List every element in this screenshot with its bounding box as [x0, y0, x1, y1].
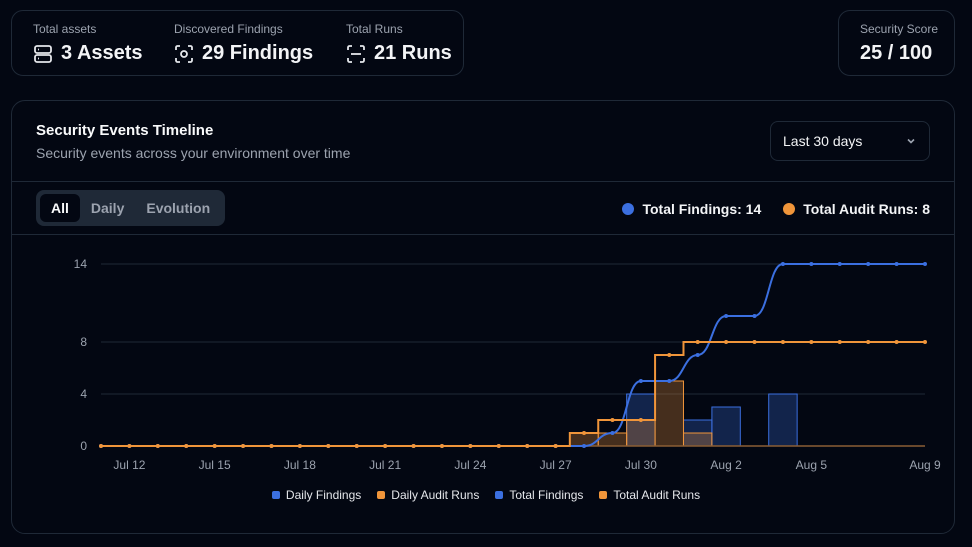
point-total-audit-runs	[155, 444, 160, 448]
chart-legend: Daily Findings Daily Audit Runs Total Fi…	[0, 488, 972, 502]
legend-swatch	[271, 491, 280, 499]
point-total-audit-runs	[667, 353, 672, 357]
point-total-audit-runs	[780, 340, 785, 344]
legend-item[interactable]: Daily Audit Runs	[377, 488, 479, 502]
point-total-findings	[866, 262, 871, 266]
x-tick-label: Aug 5	[796, 458, 828, 472]
point-total-findings	[780, 262, 785, 266]
timeline-chart: 0 4 8 14 Jul 12 Jul 15 Jul 18 Jul 21 Jul 24 Jul 2…	[74, 257, 941, 472]
point-total-audit-runs	[923, 340, 927, 344]
point-total-audit-runs	[866, 340, 871, 344]
bar-daily-findings	[768, 393, 798, 447]
point-total-audit-runs	[411, 444, 416, 448]
point-total-audit-runs	[326, 444, 331, 448]
point-total-audit-runs	[439, 444, 444, 448]
bar-daily-findings	[711, 406, 741, 447]
x-tick-label: Jul 18	[284, 458, 316, 472]
x-tick-label: Jul 12	[113, 458, 145, 472]
point-total-audit-runs	[752, 340, 757, 344]
point-total-findings	[610, 431, 615, 435]
point-total-audit-runs	[525, 444, 530, 448]
point-total-findings	[638, 379, 643, 383]
line-total-findings	[100, 263, 925, 448]
legend-label: Daily Findings	[285, 488, 362, 502]
point-total-audit-runs	[724, 340, 729, 344]
point-total-audit-runs	[212, 444, 217, 448]
y-tick-label: 8	[80, 335, 87, 349]
point-total-findings	[752, 314, 757, 318]
point-total-audit-runs	[468, 444, 473, 448]
point-total-audit-runs	[553, 444, 558, 448]
y-tick-label: 0	[80, 439, 87, 453]
point-total-findings	[724, 314, 729, 318]
point-total-findings	[582, 444, 587, 448]
x-tick-label: Aug 2	[710, 458, 742, 472]
point-total-audit-runs	[99, 444, 103, 448]
bar-daily-audit-runs	[654, 380, 684, 447]
legend-label: Daily Audit Runs	[391, 488, 480, 502]
point-total-findings	[695, 353, 700, 357]
y-tick-label: 4	[80, 387, 87, 401]
point-total-audit-runs	[241, 444, 246, 448]
legend-swatch	[377, 491, 386, 499]
point-total-audit-runs	[809, 340, 814, 344]
x-tick-label: Aug 9	[909, 458, 941, 472]
point-total-audit-runs	[354, 444, 359, 448]
bar-daily-audit-runs	[626, 419, 656, 447]
legend-swatch	[495, 491, 504, 499]
x-tick-label: Jul 15	[199, 458, 231, 472]
point-total-audit-runs	[297, 444, 302, 448]
y-tick-label: 14	[74, 257, 88, 271]
point-total-findings	[894, 262, 899, 266]
point-total-audit-runs	[496, 444, 501, 448]
legend-item[interactable]: Total Findings	[495, 488, 583, 502]
legend-swatch	[599, 491, 608, 499]
point-total-audit-runs	[894, 340, 899, 344]
point-total-audit-runs	[695, 340, 700, 344]
legend-item[interactable]: Total Audit Runs	[599, 488, 700, 502]
point-total-audit-runs	[269, 444, 274, 448]
point-total-audit-runs	[610, 418, 615, 422]
bar-daily-audit-runs	[682, 432, 713, 447]
point-total-audit-runs	[582, 431, 587, 435]
point-total-findings	[667, 379, 672, 383]
x-tick-label: Jul 30	[625, 458, 657, 472]
point-total-audit-runs	[383, 444, 388, 448]
point-total-findings	[809, 262, 814, 266]
point-total-audit-runs	[184, 444, 189, 448]
x-tick-label: Jul 24	[454, 458, 486, 472]
x-tick-label: Jul 27	[540, 458, 572, 472]
legend-item[interactable]: Daily Findings	[271, 488, 362, 502]
point-total-audit-runs	[638, 418, 643, 422]
point-total-findings	[837, 262, 842, 266]
legend-label: Total Findings	[509, 488, 584, 502]
point-total-findings	[923, 262, 927, 266]
legend-label: Total Audit Runs	[613, 488, 701, 502]
x-tick-label: Jul 21	[369, 458, 401, 472]
point-total-audit-runs	[837, 340, 842, 344]
point-total-audit-runs	[127, 444, 132, 448]
